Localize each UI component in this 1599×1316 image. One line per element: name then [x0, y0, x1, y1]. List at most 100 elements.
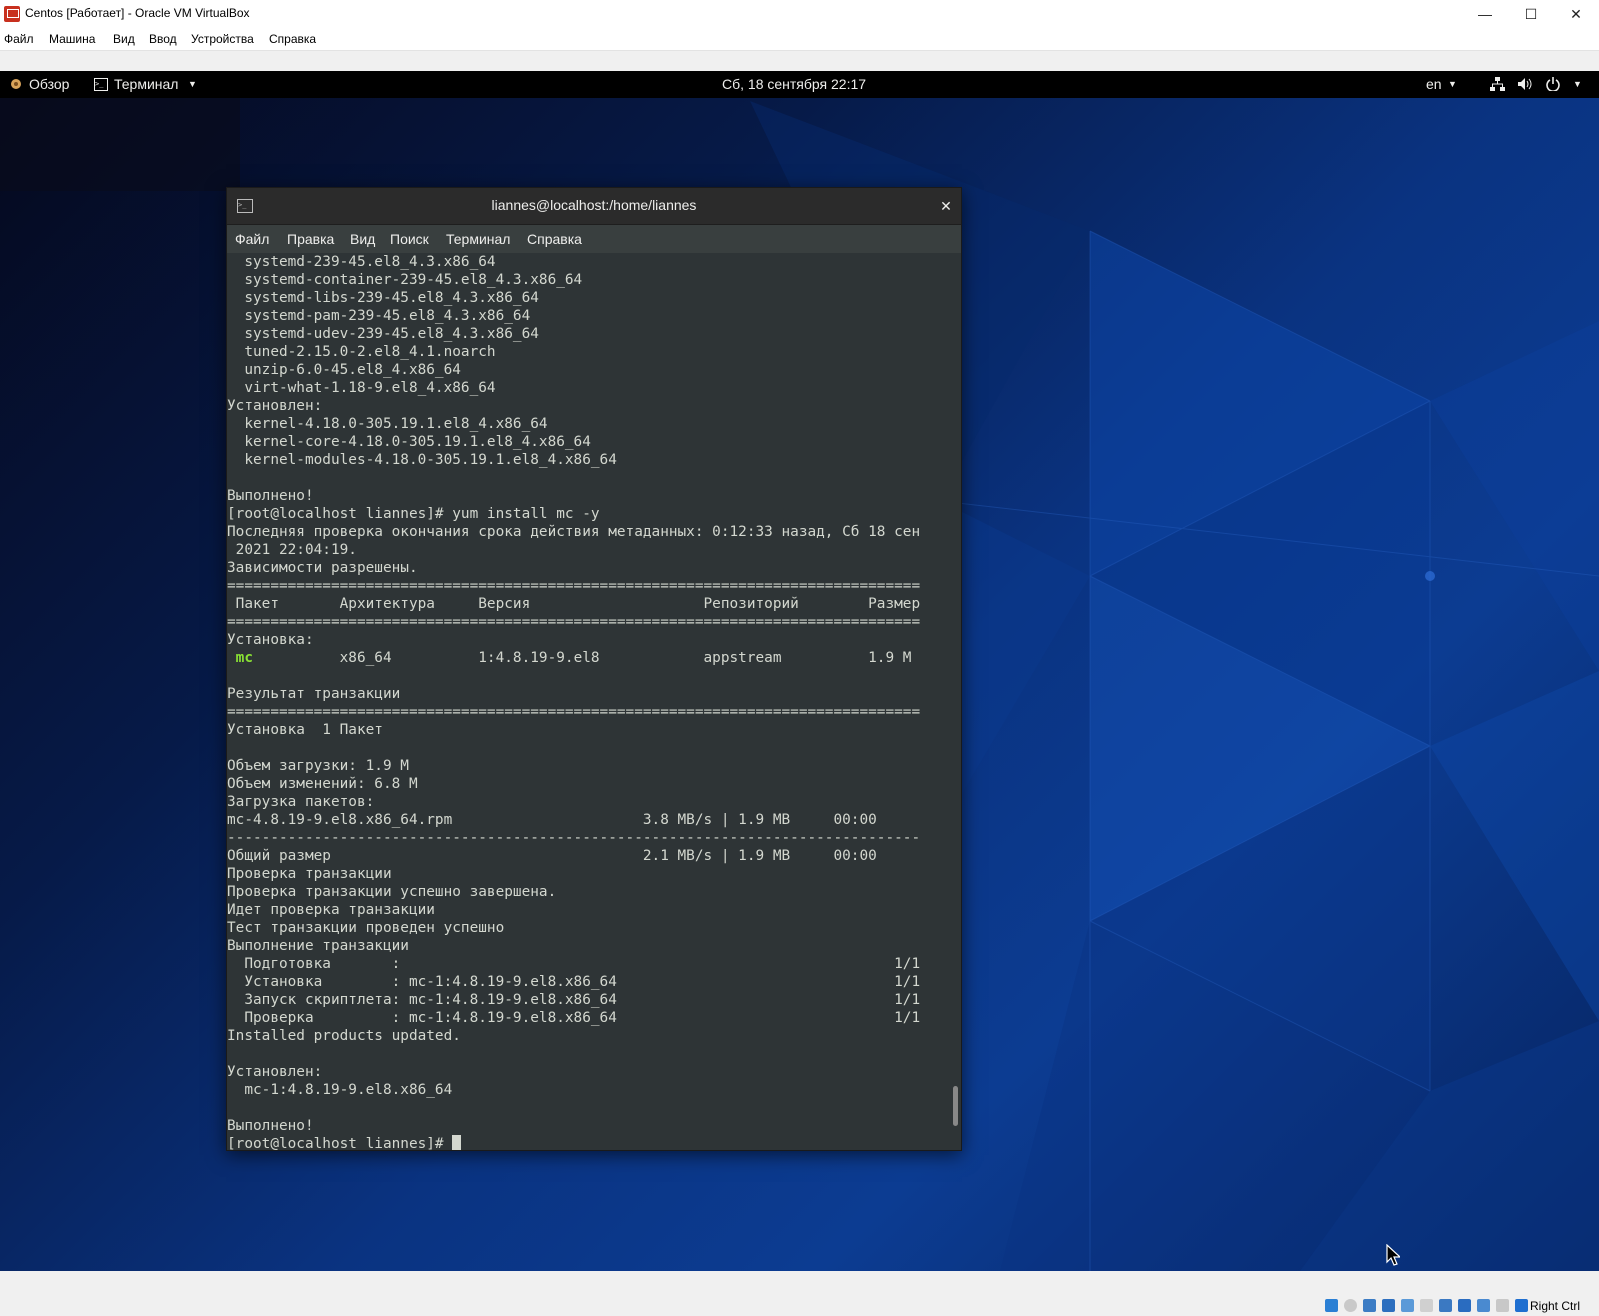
terminal-line: kernel-modules-4.18.0-305.19.1.el8_4.x86…	[227, 452, 617, 468]
minimize-icon[interactable]: —	[1462, 0, 1508, 28]
terminal-title: liannes@localhost:/home/liannes	[491, 197, 697, 213]
maximize-icon[interactable]: ☐	[1508, 0, 1554, 28]
terminal-line: mc x86_64 1:4.8.19-9.el8 appstream 1.9 M	[227, 650, 912, 666]
terminal-line: Подготовка : 1/1	[227, 956, 921, 972]
terminal-line: kernel-core-4.18.0-305.19.1.el8_4.x86_64	[227, 434, 591, 450]
network-adapter-icon[interactable]	[1382, 1299, 1395, 1312]
terminal-menubar: Файл Правка Вид Поиск Терминал Справка	[227, 225, 961, 253]
terminal-line: ========================================…	[227, 578, 921, 594]
terminal-line: Тест транзакции проведен успешно	[227, 920, 505, 936]
terminal-line: Объем загрузки: 1.9 M	[227, 758, 409, 774]
terminal-line: Загрузка пакетов:	[227, 794, 375, 810]
menu-file[interactable]: Файл	[4, 32, 34, 46]
terminal-line: ========================================…	[227, 704, 921, 720]
terminal-line: Установка 1 Пакет	[227, 722, 383, 738]
terminal-line: Выполнение транзакции	[227, 938, 409, 954]
recording-icon[interactable]	[1458, 1299, 1471, 1312]
audio-icon[interactable]	[1363, 1299, 1376, 1312]
menu-input[interactable]: Ввод	[149, 32, 177, 46]
volume-icon[interactable]	[1517, 77, 1533, 94]
activities-icon	[9, 77, 23, 91]
terminal-line: Проверка транзакции	[227, 866, 392, 882]
terminal-line: ========================================…	[227, 614, 921, 630]
terminal-menu-file[interactable]: Файл	[235, 231, 269, 247]
terminal-window[interactable]: >_ liannes@localhost:/home/liannes ✕ Фай…	[226, 187, 962, 1151]
terminal-scrollbar[interactable]	[953, 1086, 958, 1126]
terminal-line: 2021 22:04:19.	[227, 542, 357, 558]
mouse-integration-icon[interactable]	[1496, 1299, 1509, 1312]
terminal-menu-search[interactable]: Поиск	[390, 231, 429, 247]
keyboard-layout-indicator[interactable]: en	[1426, 76, 1442, 92]
terminal-line: tuned-2.15.0-2.el8_4.1.noarch	[227, 344, 496, 360]
app-menu-chevron-down-icon: ▼	[188, 79, 197, 89]
terminal-line: systemd-pam-239-45.el8_4.3.x86_64	[227, 308, 531, 324]
terminal-menu-view[interactable]: Вид	[350, 231, 375, 247]
package-name-highlight: mc	[227, 650, 253, 666]
terminal-line: Проверка транзакции успешно завершена.	[227, 884, 557, 900]
activities-button[interactable]: Обзор	[29, 76, 69, 92]
terminal-line: Запуск скриптлета: mc-1:4.8.19-9.el8.x86…	[227, 992, 921, 1008]
hard-disk-icon[interactable]	[1325, 1299, 1338, 1312]
terminal-line: Установлен:	[227, 398, 323, 414]
clock[interactable]: Сб, 18 сентября 22:17	[722, 76, 866, 92]
terminal-line: systemd-libs-239-45.el8_4.3.x86_64	[227, 290, 539, 306]
close-icon[interactable]: ✕	[937, 197, 955, 215]
terminal-line: Установлен:	[227, 1064, 323, 1080]
terminal-line: mc-4.8.19-9.el8.x86_64.rpm 3.8 MB/s | 1.…	[227, 812, 877, 828]
terminal-line: virt-what-1.18-9.el8_4.x86_64	[227, 380, 496, 396]
network-icon[interactable]	[1490, 77, 1505, 94]
terminal-output[interactable]: systemd-239-45.el8_4.3.x86_64 systemd-co…	[227, 253, 947, 1150]
keyboard-chevron-down-icon: ▼	[1448, 79, 1457, 89]
terminal-line: Зависимости разрешены.	[227, 560, 418, 576]
power-icon[interactable]	[1546, 77, 1560, 94]
terminal-menu-help[interactable]: Справка	[527, 231, 582, 247]
usb-icon[interactable]	[1401, 1299, 1414, 1312]
terminal-line: Установка : mc-1:4.8.19-9.el8.x86_64 1/1	[227, 974, 921, 990]
virtualbox-menubar: Файл Машина Вид Ввод Устройства Справка	[0, 28, 1599, 51]
terminal-line: ----------------------------------------…	[227, 830, 921, 846]
terminal-header: >_ liannes@localhost:/home/liannes ✕	[227, 188, 961, 225]
terminal-line: [root@localhost liannes]#	[227, 1135, 947, 1150]
terminal-line: mc-1:4.8.19-9.el8.x86_64	[227, 1082, 453, 1098]
menu-devices[interactable]: Устройства	[191, 32, 254, 46]
terminal-app-icon: >_	[94, 78, 108, 91]
menu-help[interactable]: Справка	[269, 32, 316, 46]
menu-view[interactable]: Вид	[113, 32, 135, 46]
gnome-topbar: Обзор >_ Терминал ▼ Сб, 18 сентября 22:1…	[0, 71, 1599, 98]
terminal-menu-edit[interactable]: Правка	[287, 231, 334, 247]
terminal-line: Пакет Архитектура Версия Репозиторий Раз…	[227, 596, 921, 612]
terminal-line: [root@localhost liannes]# yum install mc…	[227, 506, 600, 522]
terminal-line: Общий размер 2.1 MB/s | 1.9 MB 00:00	[227, 848, 877, 864]
terminal-line: unzip-6.0-45.el8_4.x86_64	[227, 362, 461, 378]
display-icon[interactable]	[1439, 1299, 1452, 1312]
virtualbox-statusbar: Right Ctrl	[0, 1290, 1599, 1316]
terminal-line: Объем изменений: 6.8 M	[227, 776, 418, 792]
menu-machine[interactable]: Машина	[49, 32, 95, 46]
vm-display[interactable]: Обзор >_ Терминал ▼ Сб, 18 сентября 22:1…	[0, 71, 1599, 1271]
close-icon[interactable]: ✕	[1553, 0, 1599, 28]
terminal-line: Выполнено!	[227, 1118, 314, 1134]
terminal-line: Проверка : mc-1:4.8.19-9.el8.x86_64 1/1	[227, 1010, 921, 1026]
virtualization-icon[interactable]	[1477, 1299, 1490, 1312]
keyboard-capture-icon[interactable]	[1515, 1299, 1528, 1312]
terminal-line: Последняя проверка окончания срока дейст…	[227, 524, 921, 540]
app-menu-button[interactable]: Терминал	[114, 76, 178, 92]
terminal-cursor	[452, 1135, 462, 1150]
terminal-menu-terminal[interactable]: Терминал	[446, 231, 510, 247]
virtualbox-titlebar: Centos [Работает] - Oracle VM VirtualBox…	[0, 0, 1599, 28]
system-menu-chevron-down-icon[interactable]: ▼	[1573, 79, 1582, 89]
terminal-line: Результат транзакции	[227, 686, 401, 702]
terminal-line: systemd-239-45.el8_4.3.x86_64	[227, 254, 496, 270]
optical-drive-icon[interactable]	[1344, 1299, 1357, 1312]
terminal-line: kernel-4.18.0-305.19.1.el8_4.x86_64	[227, 416, 548, 432]
host-key-label: Right Ctrl	[1529, 1299, 1580, 1313]
shared-folders-icon[interactable]	[1420, 1299, 1433, 1312]
mouse-pointer-icon	[1386, 1243, 1402, 1271]
terminal-line: systemd-udev-239-45.el8_4.3.x86_64	[227, 326, 539, 342]
terminal-line: Installed products updated.	[227, 1028, 461, 1044]
